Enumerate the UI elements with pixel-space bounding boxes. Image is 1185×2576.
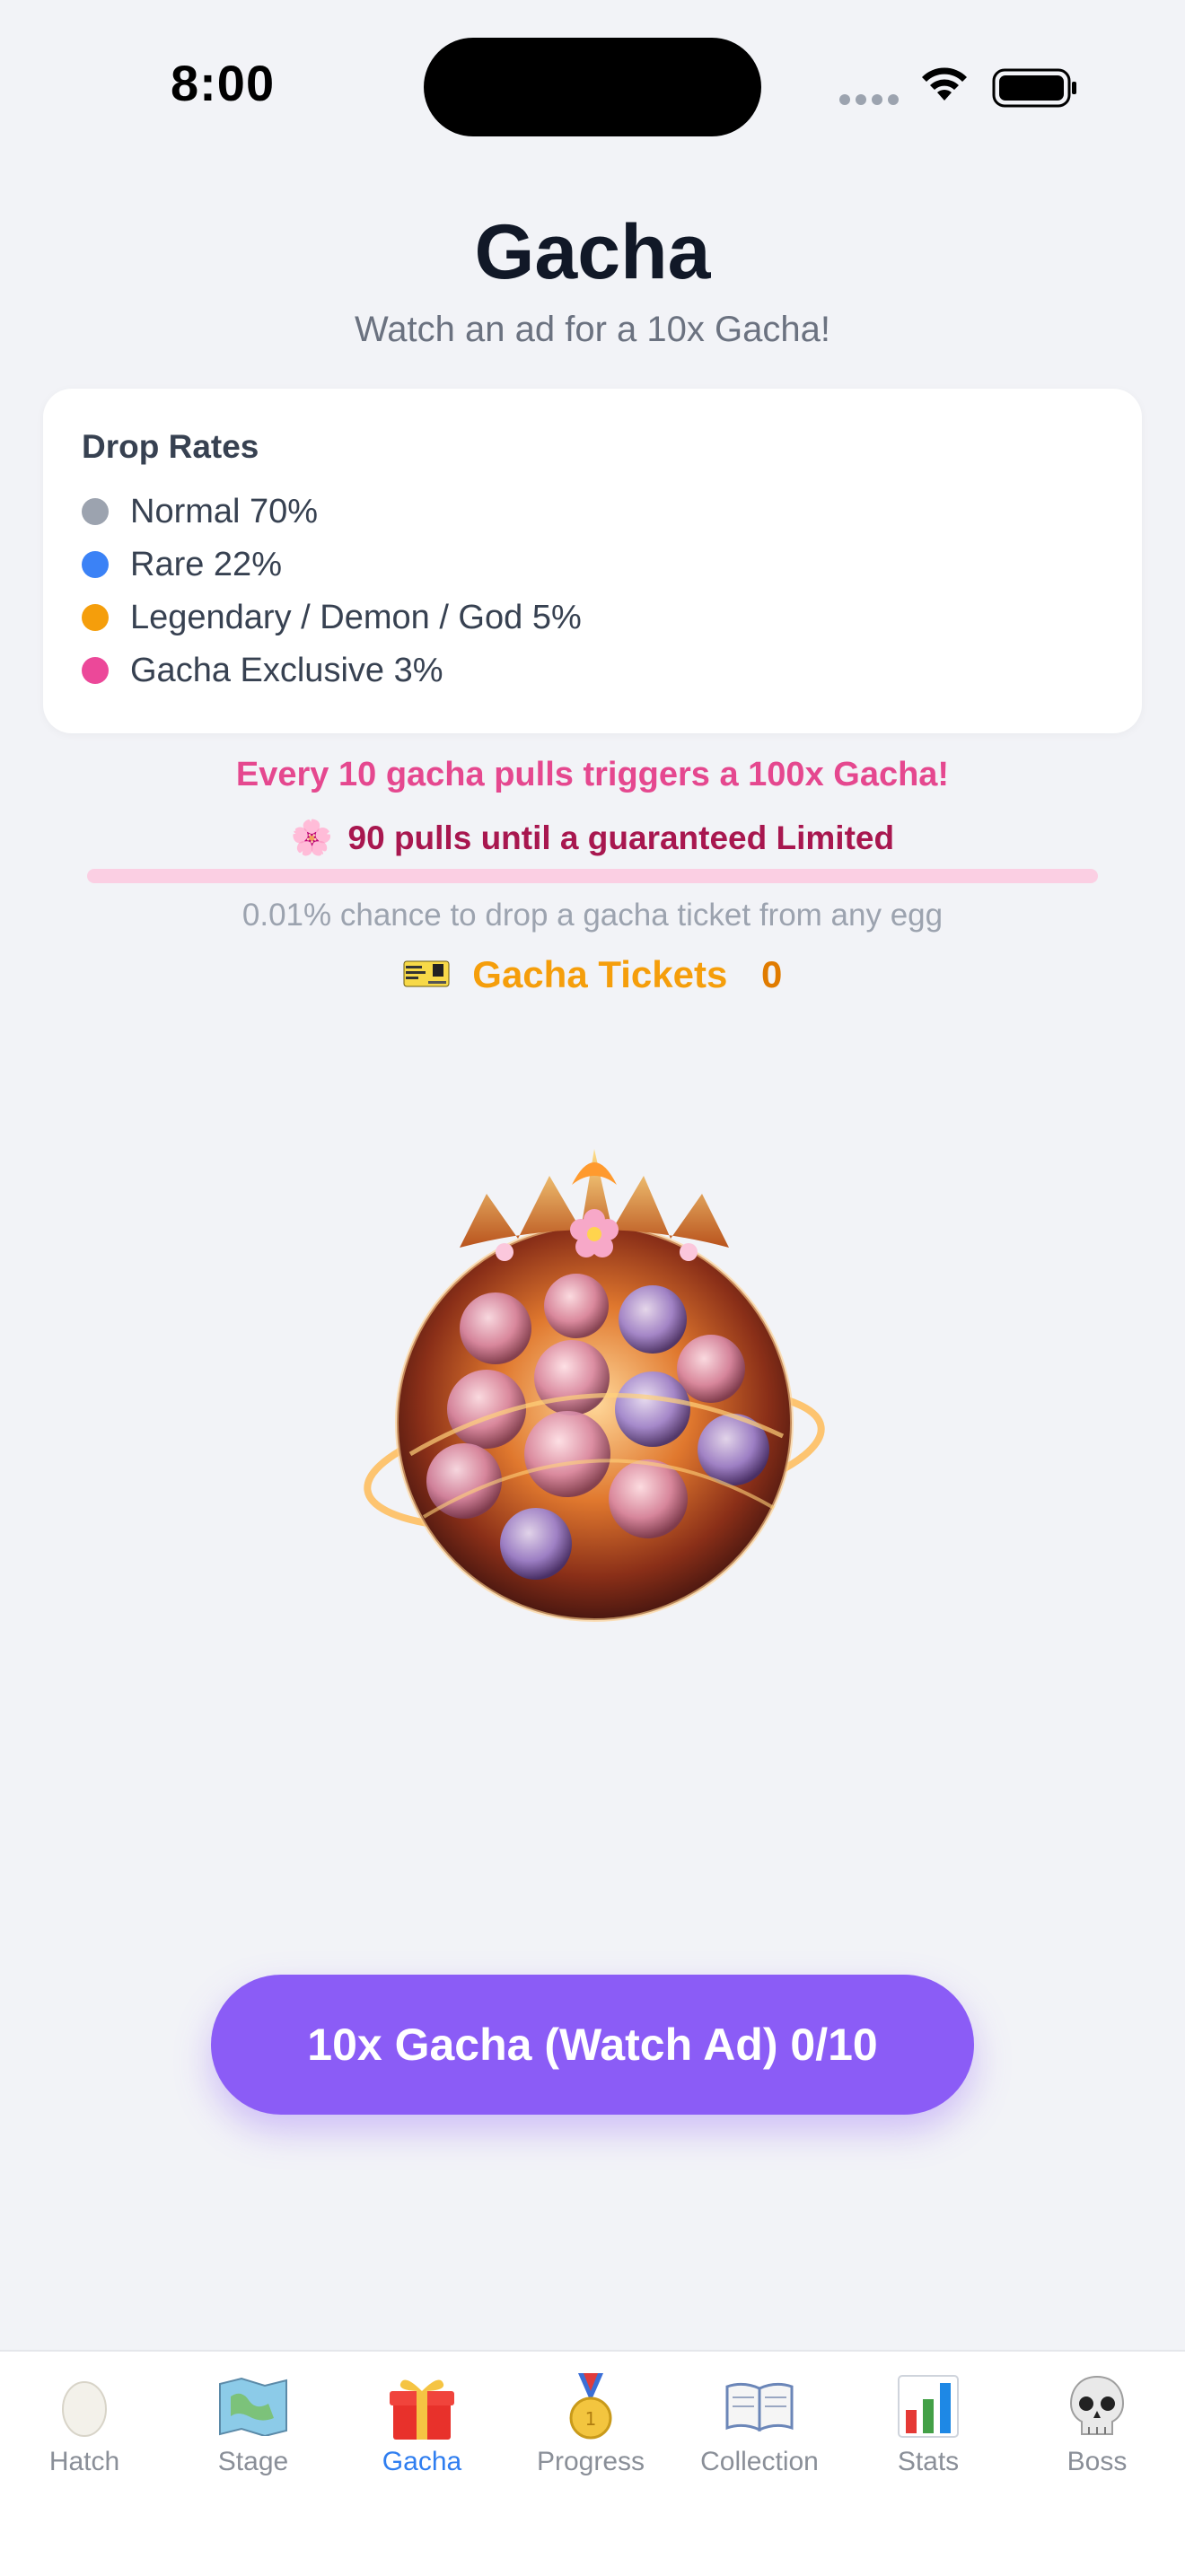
tab-label: Boss [1066,2447,1128,2476]
signal-icon [839,93,904,110]
ticket-chance-note: 0.01% chance to drop a gacha ticket from… [241,898,944,933]
rate-label: Normal 70% [130,492,319,530]
tab-stats[interactable]: Stats [844,2371,1013,2477]
skull-icon [1013,2371,1181,2441]
rate-label: Legendary / Demon / God 5% [130,598,582,636]
tab-label: Gacha [382,2447,462,2476]
rate-exclusive: Gacha Exclusive 3% [82,648,443,693]
guarantee-progress-bar [87,869,1098,883]
page-subtitle: Watch an ad for a 10x Gacha! [355,310,830,349]
map-icon [169,2371,338,2441]
tab-label: Progress [536,2447,645,2476]
svg-text:1: 1 [585,2408,597,2430]
tab-hatch[interactable]: Hatch [0,2371,169,2477]
guarantee-text: 🌸 90 pulls until a guaranteed Limited [0,819,1185,858]
drop-rates-card: Drop Rates Normal 70% Rare 22% Legendary… [43,389,1142,733]
rate-legendary: Legendary / Demon / God 5% [82,595,582,640]
gacha-tickets: Gacha Tickets 0 [0,953,1185,996]
promo-text: Every 10 gacha pulls triggers a 100x Gac… [235,756,950,793]
cherry-blossom-icon: 🌸 [290,819,334,857]
rate-label: Gacha Exclusive 3% [130,651,443,689]
status-time: 8:00 [171,55,276,111]
tab-boss[interactable]: Boss [1013,2371,1181,2477]
guarantee-label: 90 pulls until a guaranteed Limited [347,819,895,856]
tab-label: Collection [700,2447,819,2476]
bottom-tab-bar: Hatch Stage Gacha 1 Progress Collection … [0,2350,1185,2576]
gift-icon [338,2371,506,2441]
tab-label: Hatch [48,2447,120,2476]
tab-gacha[interactable]: Gacha [338,2371,506,2477]
rate-dot [82,604,109,631]
rate-label: Rare 22% [130,545,282,583]
medal-icon: 1 [506,2371,675,2441]
tab-label: Stats [897,2447,960,2476]
egg-icon [0,2371,169,2441]
rate-rare: Rare 22% [82,542,282,587]
gacha-orb-image [364,1149,825,1622]
tab-progress[interactable]: 1 Progress [506,2371,675,2477]
wifi-icon [922,67,967,101]
tab-collection[interactable]: Collection [675,2371,844,2477]
tab-stage[interactable]: Stage [169,2371,338,2477]
book-icon [675,2371,844,2441]
rate-dot [82,498,109,525]
rate-dot [82,657,109,684]
tickets-count: 0 [761,953,783,995]
ticket-icon [403,960,450,987]
rate-normal: Normal 70% [82,489,318,534]
page-title: Gacha [474,209,711,295]
battery-icon [992,68,1076,108]
tab-label: Stage [217,2447,289,2476]
drop-rates-title: Drop Rates [82,428,259,465]
dynamic-island [424,38,761,136]
rate-dot [82,551,109,578]
tickets-label: Gacha Tickets [472,953,728,995]
watch-ad-gacha-button[interactable]: 10x Gacha (Watch Ad) 0/10 [211,1975,974,2115]
bar-chart-icon [844,2371,1013,2441]
